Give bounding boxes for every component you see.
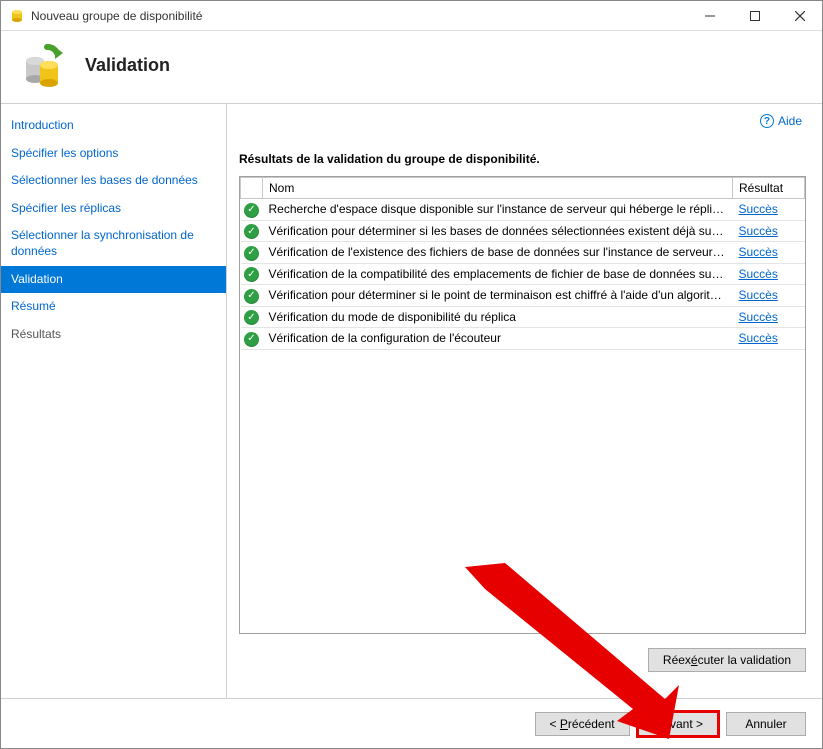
validation-name-cell: Vérification de l'existence des fichiers… — [263, 242, 733, 264]
success-icon: ✓ — [244, 203, 259, 218]
success-icon: ✓ — [244, 310, 259, 325]
status-icon-cell: ✓ — [241, 220, 263, 242]
table-row: ✓ Vérification pour déterminer si le poin… — [241, 285, 805, 307]
wizard-content: ? Aide Résultats de la validation du gro… — [227, 104, 822, 699]
result-link[interactable]: Succès — [739, 288, 778, 302]
result-link[interactable]: Succès — [739, 245, 778, 259]
previous-button[interactable]: < Précédent — [535, 712, 630, 736]
validation-result-cell: Succès — [733, 328, 805, 350]
table-row: ✓ Recherche d'espace disque disponible su… — [241, 199, 805, 221]
status-icon-cell: ✓ — [241, 242, 263, 264]
validation-result-cell: Succès — [733, 220, 805, 242]
validation-header-icon — [19, 41, 67, 89]
validation-result-cell: Succès — [733, 263, 805, 285]
validation-result-cell: Succès — [733, 242, 805, 264]
wizard-header: Validation — [1, 31, 822, 104]
table-row: ✓ Vérification de l'existence des fichier… — [241, 242, 805, 264]
validation-result-cell: Succès — [733, 285, 805, 307]
col-header-name: Nom — [263, 178, 733, 199]
success-icon: ✓ — [244, 246, 259, 261]
result-link[interactable]: Succès — [739, 202, 778, 216]
help-icon: ? — [760, 114, 774, 128]
status-icon-cell: ✓ — [241, 263, 263, 285]
sidebar-item-5[interactable]: Validation — [1, 266, 226, 294]
sidebar-item-3[interactable]: Spécifier les réplicas — [1, 195, 226, 223]
table-row: ✓ Vérification de la compatibilité des em… — [241, 263, 805, 285]
validation-name-cell: Vérification de la configuration de l'éc… — [263, 328, 733, 350]
success-icon: ✓ — [244, 267, 259, 282]
help-link[interactable]: ? Aide — [760, 114, 802, 128]
col-header-result: Résultat — [733, 178, 805, 199]
close-button[interactable] — [777, 1, 822, 30]
sidebar-item-6[interactable]: Résumé — [1, 293, 226, 321]
window-title: Nouveau groupe de disponibilité — [31, 9, 687, 23]
result-link[interactable]: Succès — [739, 310, 778, 324]
table-row: ✓ Vérification du mode de disponibilité d… — [241, 306, 805, 328]
success-icon: ✓ — [244, 289, 259, 304]
sidebar-item-1[interactable]: Spécifier les options — [1, 140, 226, 168]
window-controls — [687, 1, 822, 30]
result-link[interactable]: Succès — [739, 267, 778, 281]
wizard-body: IntroductionSpécifier les optionsSélecti… — [1, 104, 822, 699]
sidebar-item-0[interactable]: Introduction — [1, 112, 226, 140]
status-icon-cell: ✓ — [241, 328, 263, 350]
sidebar-item-2[interactable]: Sélectionner les bases de données — [1, 167, 226, 195]
help-label: Aide — [778, 114, 802, 128]
maximize-button[interactable] — [732, 1, 777, 30]
validation-name-cell: Vérification du mode de disponibilité du… — [263, 306, 733, 328]
validation-table: Nom Résultat ✓ Recherche d'espace disque … — [239, 176, 806, 634]
sidebar-item-7: Résultats — [1, 321, 226, 349]
sidebar-item-4[interactable]: Sélectionner la synchronisation de donné… — [1, 222, 226, 265]
validation-name-cell: Recherche d'espace disque disponible sur… — [263, 199, 733, 221]
title-bar: Nouveau groupe de disponibilité — [1, 1, 822, 31]
validation-result-cell: Succès — [733, 306, 805, 328]
table-row: ✓ Vérification pour déterminer si les bas… — [241, 220, 805, 242]
validation-section-title: Résultats de la validation du groupe de … — [239, 152, 806, 166]
success-icon: ✓ — [244, 332, 259, 347]
next-button[interactable]: Suivant > — [638, 712, 718, 736]
status-icon-cell: ✓ — [241, 285, 263, 307]
validation-name-cell: Vérification pour déterminer si les base… — [263, 220, 733, 242]
status-icon-cell: ✓ — [241, 306, 263, 328]
validation-result-cell: Succès — [733, 199, 805, 221]
validation-name-cell: Vérification de la compatibilité des emp… — [263, 263, 733, 285]
page-title: Validation — [85, 55, 170, 76]
wizard-footer: < Précédent Suivant > Annuler — [1, 698, 822, 748]
rerun-validation-button[interactable]: Réexécuter la validation — [648, 648, 806, 672]
cancel-button[interactable]: Annuler — [726, 712, 806, 736]
col-header-icon — [241, 178, 263, 199]
table-row: ✓ Vérification de la configuration de l'é… — [241, 328, 805, 350]
success-icon: ✓ — [244, 224, 259, 239]
wizard-sidebar: IntroductionSpécifier les optionsSélecti… — [1, 104, 227, 699]
validation-name-cell: Vérification pour déterminer si le point… — [263, 285, 733, 307]
result-link[interactable]: Succès — [739, 224, 778, 238]
app-icon — [9, 8, 25, 24]
status-icon-cell: ✓ — [241, 199, 263, 221]
minimize-button[interactable] — [687, 1, 732, 30]
result-link[interactable]: Succès — [739, 331, 778, 345]
